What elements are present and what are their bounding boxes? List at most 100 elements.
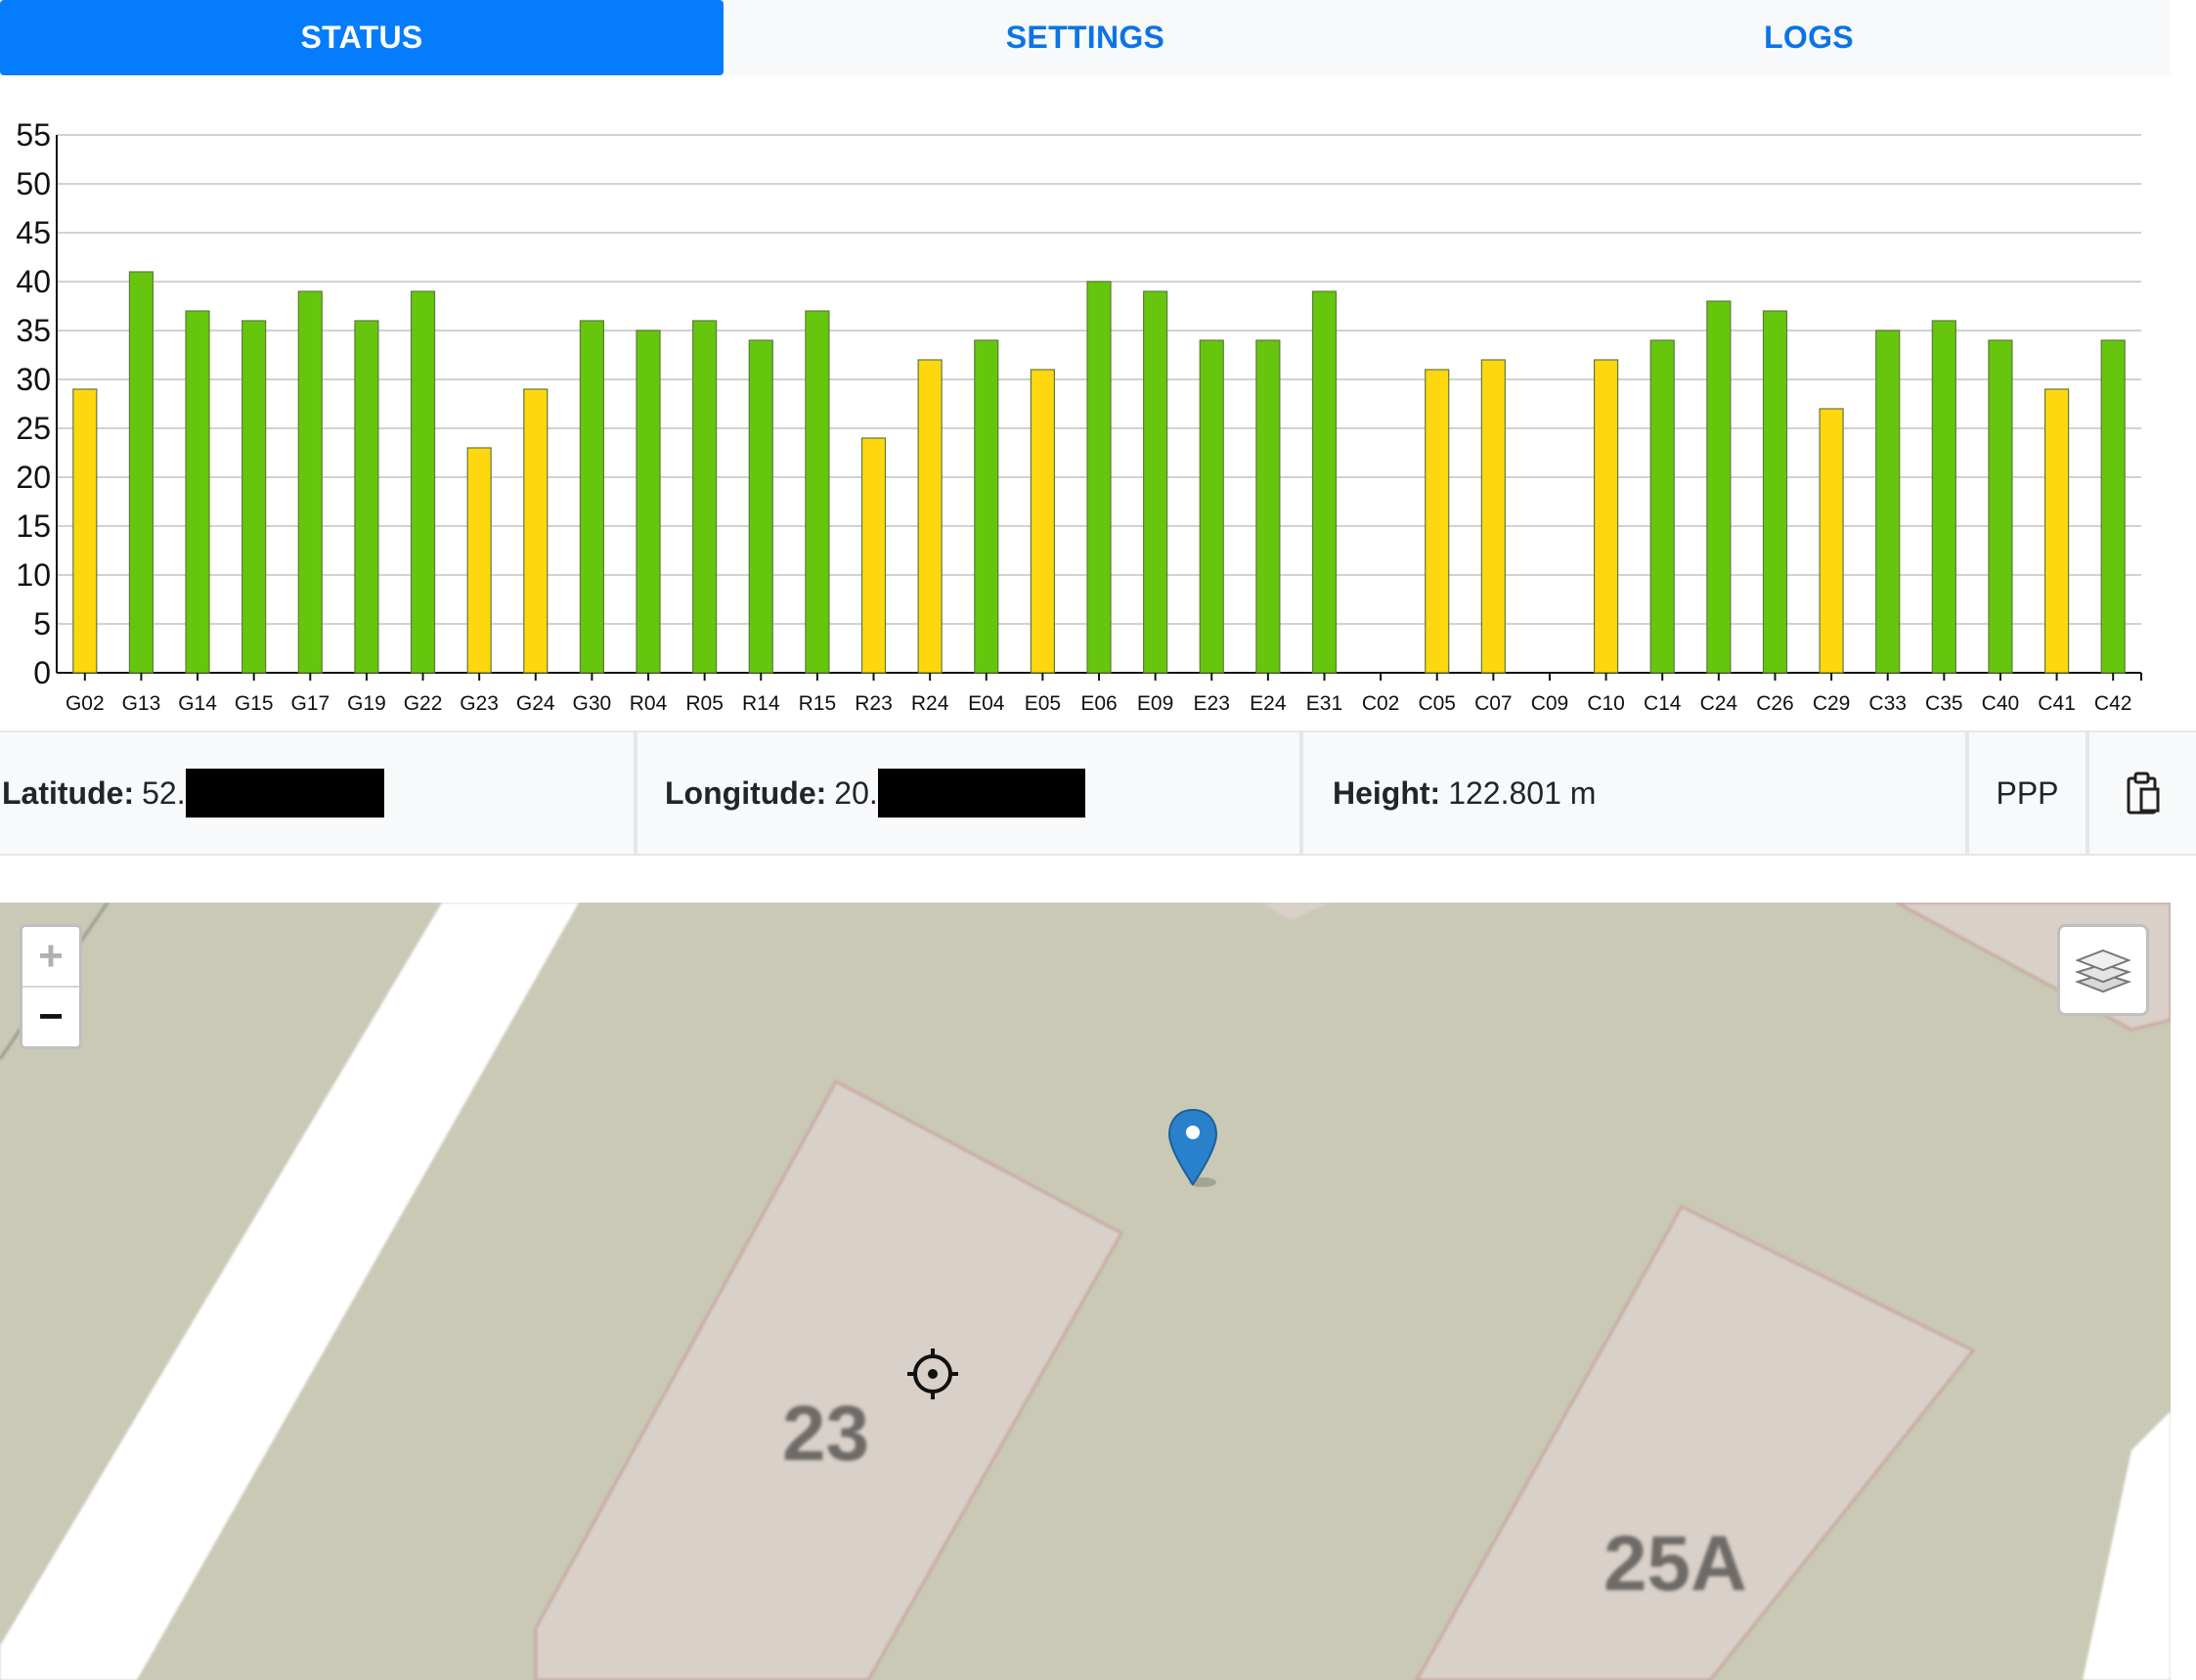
bar-g30 xyxy=(579,320,605,674)
bar-g24 xyxy=(523,388,549,674)
layers-button[interactable] xyxy=(2057,924,2149,1016)
crosshair-icon xyxy=(907,1348,958,1399)
clipboard-icon xyxy=(2127,772,2159,815)
x-tick-label: C10 xyxy=(1587,692,1625,715)
bar-c41 xyxy=(2043,388,2070,674)
bar-g13 xyxy=(128,271,154,674)
y-tick-label: 5 xyxy=(33,606,51,641)
bar-g17 xyxy=(297,290,323,674)
bar-c10 xyxy=(1593,359,1619,674)
x-tick-label: C07 xyxy=(1474,692,1513,715)
x-tick-label: E31 xyxy=(1306,692,1342,715)
x-tick-label: C24 xyxy=(1700,692,1738,715)
bar-r24 xyxy=(917,359,943,674)
y-tick-label: 55 xyxy=(16,117,51,153)
y-tick-label: 10 xyxy=(16,557,51,593)
x-tick-label: C29 xyxy=(1813,692,1851,715)
x-tick-label: E05 xyxy=(1025,692,1061,715)
x-tick-label: G17 xyxy=(290,692,329,715)
bar-e05 xyxy=(1030,369,1055,674)
x-tick-label: C14 xyxy=(1644,692,1682,715)
y-tick-label: 40 xyxy=(16,264,51,299)
signal-strength-chart: 0 5 10 15 20 25 30 35 40 45 50 55 G02 G13 G14 G15 G17 G19… xyxy=(16,117,2142,715)
x-tick-label: C33 xyxy=(1868,692,1907,715)
y-tick-label: 30 xyxy=(16,362,51,397)
bar-c24 xyxy=(1706,300,1732,674)
latitude-redaction xyxy=(185,769,384,818)
y-tick-label: 35 xyxy=(16,313,51,348)
x-tick-label: G15 xyxy=(235,692,274,715)
x-tick-label: E04 xyxy=(968,692,1005,715)
bar-c05 xyxy=(1425,369,1450,674)
house-number-25a: 25A xyxy=(1603,1520,1747,1607)
x-tick-label: E24 xyxy=(1250,692,1287,715)
height-label: Height: xyxy=(1333,774,1441,811)
x-tick-label: G24 xyxy=(516,692,555,715)
longitude-value: 20. xyxy=(834,774,878,811)
x-tick-label: R04 xyxy=(630,692,668,715)
layers-icon xyxy=(2074,949,2132,994)
bar-e09 xyxy=(1143,290,1168,674)
x-tick-label: G14 xyxy=(178,692,217,715)
x-tick-label: G19 xyxy=(347,692,386,715)
y-tick-label: 20 xyxy=(16,460,51,495)
zoom-control: + − xyxy=(20,924,82,1049)
bar-c29 xyxy=(1819,408,1844,674)
zoom-out-button[interactable]: − xyxy=(22,988,79,1046)
x-tick-label: R15 xyxy=(799,692,837,715)
x-tick-label: G02 xyxy=(66,692,105,715)
tab-settings[interactable]: SETTINGS xyxy=(724,0,1447,75)
x-tick-label: R23 xyxy=(855,692,893,715)
x-tick-label: G30 xyxy=(573,692,612,715)
x-tick-label: R24 xyxy=(911,692,949,715)
bar-c14 xyxy=(1649,339,1675,674)
bar-e23 xyxy=(1199,339,1224,674)
x-tick-label: C42 xyxy=(2094,692,2132,715)
latitude-cell: Latitude: 52. xyxy=(0,732,637,854)
tab-status[interactable]: STATUS xyxy=(0,0,724,75)
bar-e31 xyxy=(1311,290,1338,674)
solution-type: PPP xyxy=(1969,732,2089,854)
bar-g23 xyxy=(466,447,492,674)
x-tick-label: C05 xyxy=(1418,692,1456,715)
longitude-cell: Longitude: 20. xyxy=(637,732,1303,854)
bar-e06 xyxy=(1086,281,1112,674)
bar-c33 xyxy=(1875,330,1901,674)
x-tick-label: C41 xyxy=(2038,692,2076,715)
bar-g02 xyxy=(72,388,98,674)
x-tick-label: R14 xyxy=(742,692,780,715)
bar-g14 xyxy=(185,310,210,674)
bar-c07 xyxy=(1480,359,1506,674)
height-value: 122.801 m xyxy=(1448,774,1597,811)
copy-button[interactable] xyxy=(2089,732,2196,854)
zoom-in-button[interactable]: + xyxy=(22,927,79,988)
y-tick-label: 45 xyxy=(16,215,51,250)
bar-g22 xyxy=(410,290,436,674)
bar-e24 xyxy=(1255,339,1281,674)
x-tick-label: G22 xyxy=(404,692,443,715)
bar-r14 xyxy=(748,339,773,674)
bar-c40 xyxy=(1988,339,2013,674)
height-cell: Height: 122.801 m xyxy=(1303,732,1969,854)
x-tick-label: C09 xyxy=(1531,692,1569,715)
x-tick-label: G23 xyxy=(460,692,499,715)
bar-r15 xyxy=(805,310,830,674)
x-tick-label: E06 xyxy=(1080,692,1117,715)
map-view[interactable]: 23 25A + − xyxy=(0,903,2171,1680)
bar-c26 xyxy=(1762,310,1788,674)
bar-c35 xyxy=(1931,320,1956,674)
bar-r04 xyxy=(636,330,661,674)
x-tick-label: E09 xyxy=(1137,692,1173,715)
y-tick-label: 25 xyxy=(16,411,51,446)
latitude-label: Latitude: xyxy=(2,774,135,811)
bar-g19 xyxy=(354,320,379,674)
y-tick-label: 0 xyxy=(33,655,51,690)
tab-bar: STATUS SETTINGS LOGS xyxy=(0,0,2171,75)
y-tick-label: 15 xyxy=(16,508,51,544)
y-tick-label: 50 xyxy=(16,166,51,201)
x-tick-label: C40 xyxy=(1982,692,2020,715)
latitude-value: 52. xyxy=(142,774,186,811)
x-tick-label: G13 xyxy=(122,692,161,715)
tab-logs[interactable]: LOGS xyxy=(1447,0,2171,75)
location-marker-icon[interactable] xyxy=(1164,1108,1222,1190)
